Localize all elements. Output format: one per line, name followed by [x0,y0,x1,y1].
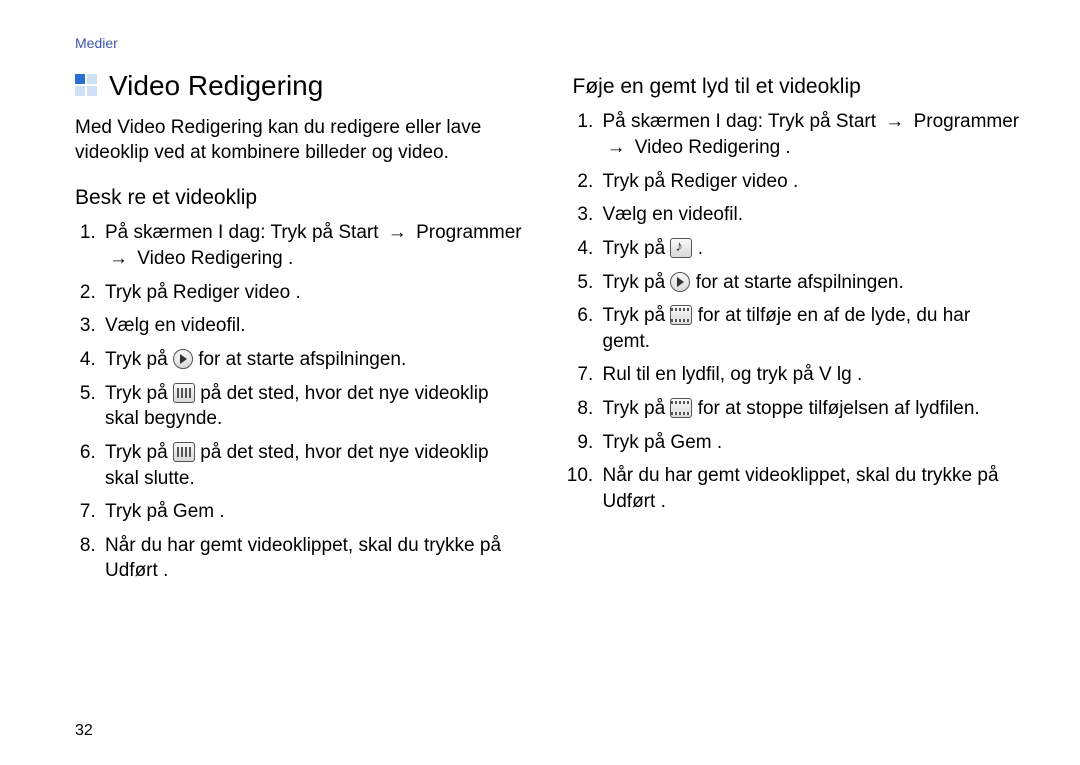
step-text: Tryk på [603,432,671,453]
path-segment: Udført [603,491,656,512]
path-segment: Video Redigering [635,137,780,158]
mark-end-icon [173,442,195,462]
step-text: Tryk på [603,238,671,259]
path-segment: Udført [105,560,158,581]
path-segment: V lg [819,364,852,385]
step-item: Tryk på Gem . [599,430,1021,456]
step-item: Rul til en lydfil, og tryk på V lg . [599,362,1021,388]
step-text: Tryk på [603,272,671,293]
step-text: . [717,432,722,453]
play-icon [670,272,690,292]
music-note-icon [670,238,692,258]
step-text: Når du har gemt videoklippet, skal du tr… [105,535,501,556]
steps-list-left: På skærmen I dag: Tryk på Start → Progra… [75,220,523,584]
step-text: . [288,248,293,269]
step-text: . [857,364,862,385]
breadcrumb: Medier [75,35,1020,51]
step-item: Tryk på for at starte afspilningen. [101,347,523,373]
step-text: Tryk på [105,442,173,463]
step-text: for at starte afspilningen. [696,272,904,293]
step-text: Rul til en lydfil, og tryk på [603,364,819,385]
step-text: . [219,501,224,522]
step-text: . [698,238,703,259]
step-item: Tryk på for at starte afspilningen. [599,270,1021,296]
step-item: Når du har gemt videoklippet, skal du tr… [599,463,1021,514]
play-icon [173,349,193,369]
path-segment: Programmer [914,111,1020,132]
arrow-icon: → [384,220,411,246]
step-text: Tryk på [603,398,671,419]
path-segment: Rediger video [173,282,290,303]
step-text: Tryk på [105,282,173,303]
step-item: Tryk på for at stoppe tilføjelsen af lyd… [599,396,1021,422]
right-column: Føje en gemt lyd til et videoklip På skæ… [573,67,1021,592]
step-text: Tryk på [603,171,671,192]
step-text: for at stoppe tilføjelsen af lydfilen. [698,398,980,419]
step-text: . [793,171,798,192]
step-text: Tryk på [105,349,173,370]
step-item: Tryk på for at tilføje en af de lyde, du… [599,303,1021,354]
step-text: . [295,282,300,303]
arrow-icon: → [105,246,132,272]
intro-paragraph: Med Video Redigering kan du redigere ell… [75,115,523,166]
path-segment: Rediger video [670,171,787,192]
step-item: Vælg en videofil. [101,313,523,339]
section-title: Video Redigering [75,67,523,105]
step-text: På skærmen I dag: Tryk på [603,111,836,132]
two-column-layout: Video Redigering Med Video Redigering ka… [75,67,1020,592]
manual-page: Medier Video Redigering Med Video Redige… [0,0,1080,765]
step-item: Tryk på på det sted, hvor det nye videok… [101,440,523,491]
path-segment: Start [338,222,378,243]
step-item: Når du har gemt videoklippet, skal du tr… [101,533,523,584]
left-column: Video Redigering Med Video Redigering ka… [75,67,523,592]
step-text: . [661,491,666,512]
step-item: På skærmen I dag: Tryk på Start → Progra… [599,109,1021,160]
step-text: for at starte afspilningen. [198,349,406,370]
step-item: Tryk på Rediger video . [101,280,523,306]
step-text: . [163,560,168,581]
path-segment: Start [836,111,876,132]
step-text: . [786,137,791,158]
grid-icon [75,74,99,98]
step-text: På skærmen I dag: Tryk på [105,222,338,243]
path-segment: Video Redigering [137,248,282,269]
step-text: Tryk på [105,383,173,404]
path-segment: Gem [173,501,214,522]
path-segment: Programmer [416,222,522,243]
section-title-text: Video Redigering [109,67,323,105]
path-segment: Gem [670,432,711,453]
step-text: Tryk på [603,305,671,326]
step-item: Tryk på på det sted, hvor det nye videok… [101,381,523,432]
steps-list-right: På skærmen I dag: Tryk på Start → Progra… [573,109,1021,514]
step-item: Vælg en videofil. [599,202,1021,228]
page-number: 32 [75,722,93,740]
arrow-icon: → [881,109,908,135]
film-icon [670,305,692,325]
arrow-icon: → [603,135,630,161]
step-item: På skærmen I dag: Tryk på Start → Progra… [101,220,523,271]
breadcrumb-text: Medier [75,35,118,51]
step-item: Tryk på Gem . [101,499,523,525]
subheading: Føje en gemt lyd til et videoklip [573,73,1021,101]
film-stop-icon [670,398,692,418]
mark-start-icon [173,383,195,403]
step-text: Tryk på [105,501,173,522]
subheading: Besk re et videoklip [75,184,523,212]
step-item: Tryk på Rediger video . [599,169,1021,195]
step-text: Når du har gemt videoklippet, skal du tr… [603,465,999,486]
step-item: Tryk på . [599,236,1021,262]
